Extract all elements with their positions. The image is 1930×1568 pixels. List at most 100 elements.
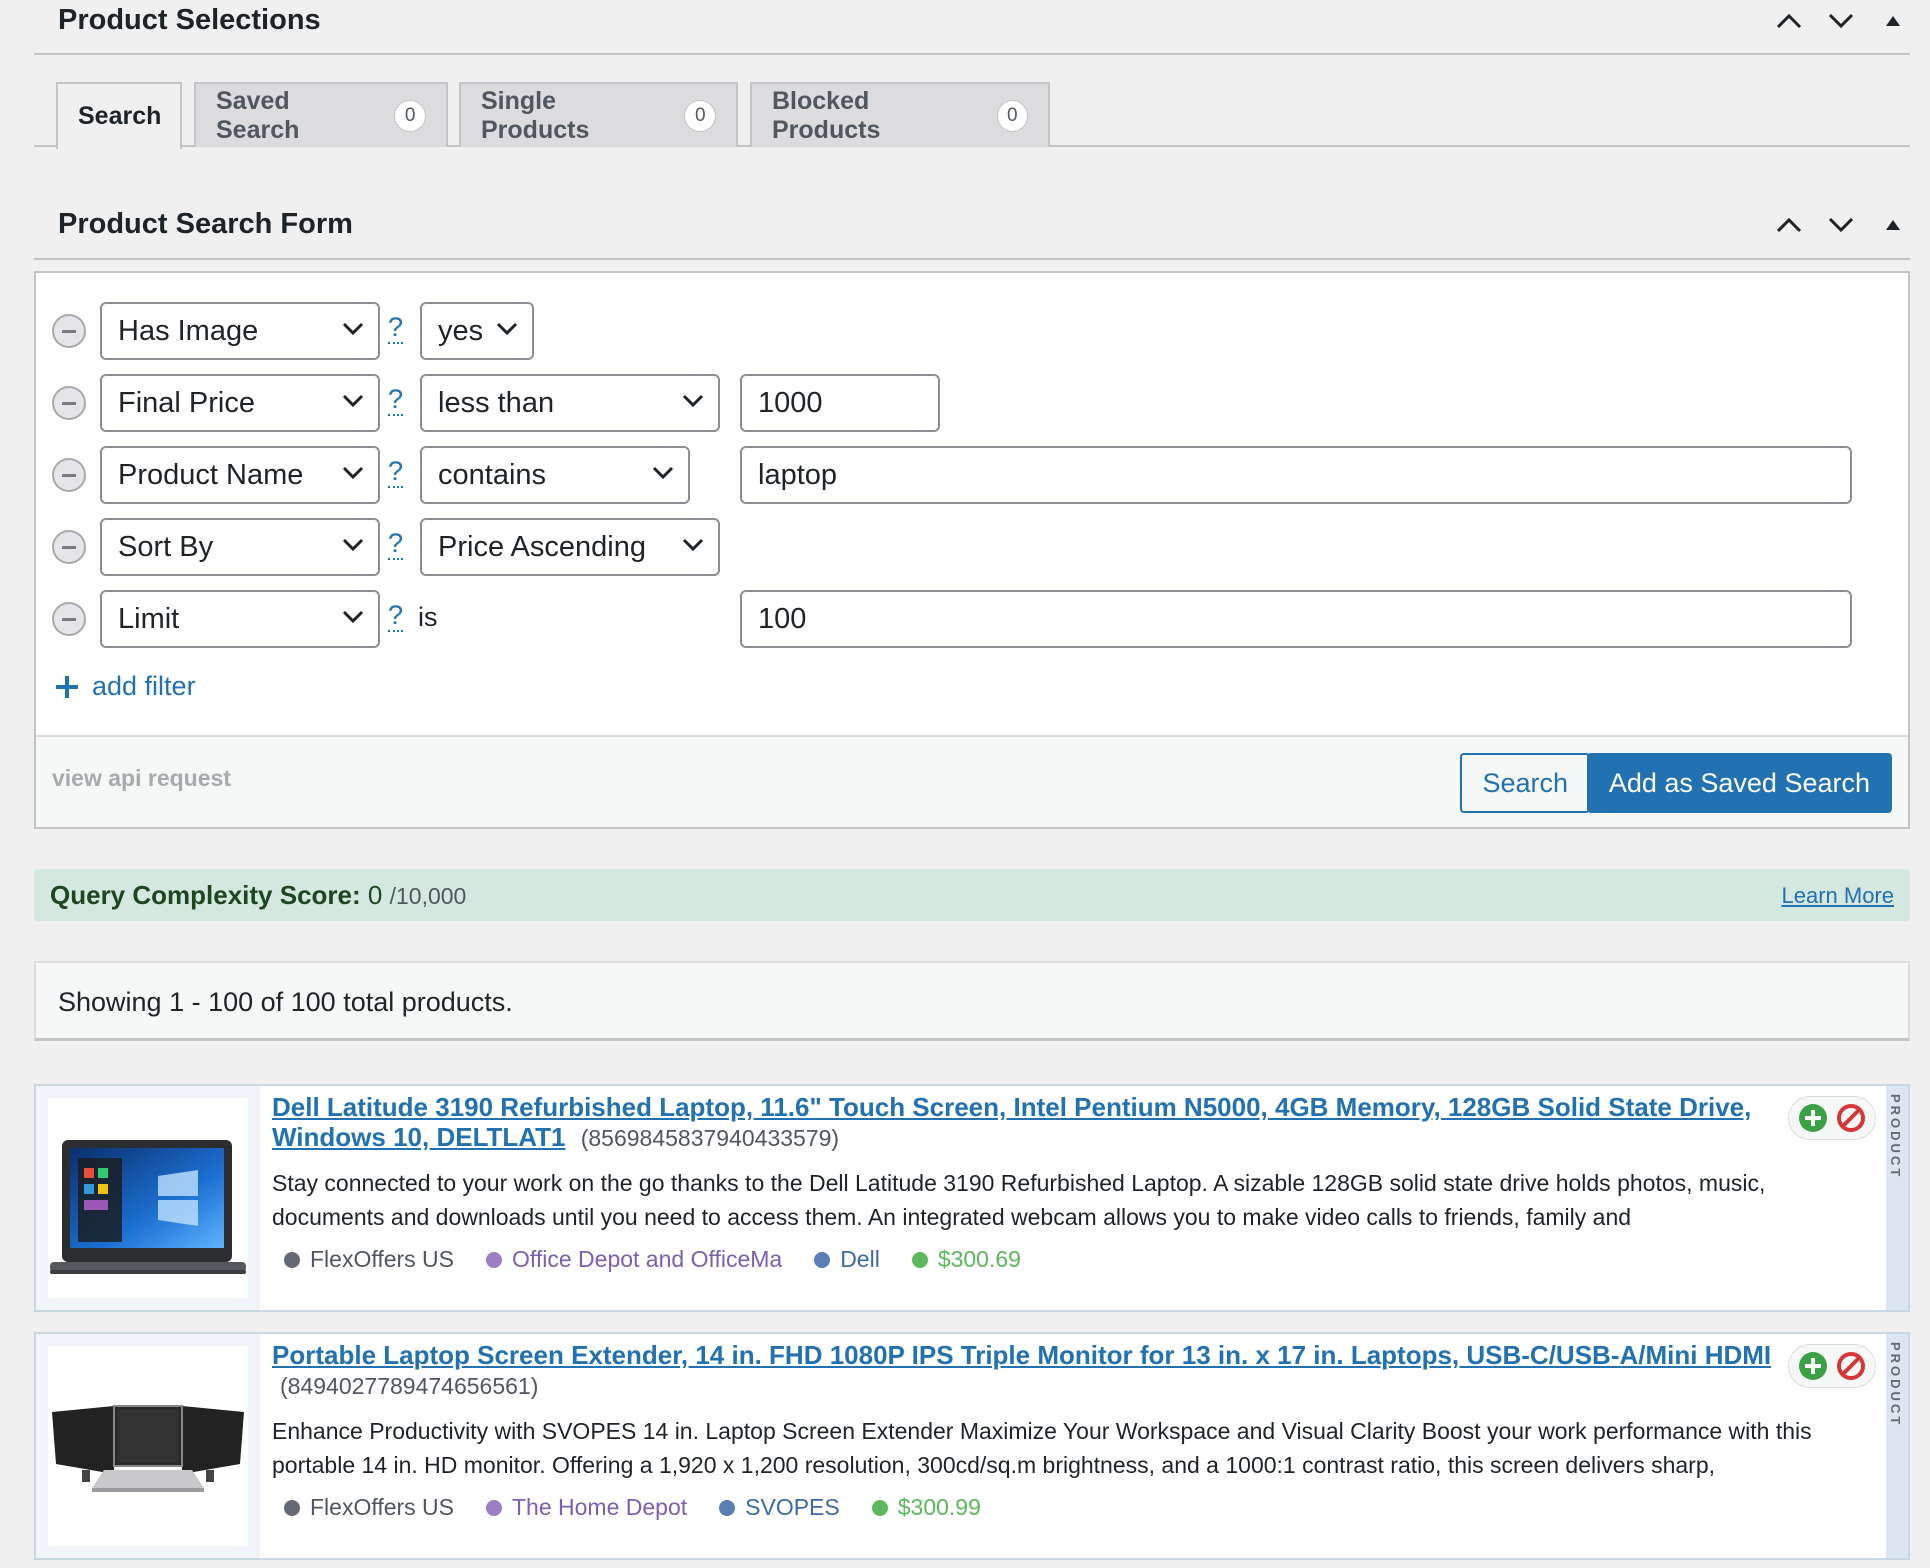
chevron-down-icon [682, 538, 704, 552]
product-title-link[interactable]: Portable Laptop Screen Extender, 14 in. … [272, 1340, 1771, 1370]
filter-value-input[interactable]: laptop [740, 446, 1852, 504]
block-icon [1837, 1104, 1865, 1132]
product-type-strip: PRODUCT [1886, 1334, 1908, 1558]
count-badge: 0 [996, 99, 1028, 132]
move-down-button[interactable] [1824, 4, 1858, 38]
price-tag: $300.99 [871, 1494, 981, 1521]
filter-value-text: laptop [758, 458, 838, 491]
plus-circle-icon [1799, 1352, 1827, 1380]
filter-operator-value: contains [438, 458, 547, 491]
product-selections-controls [1772, 4, 1910, 38]
results-summary-text: Showing 1 - 100 of 100 total products. [58, 987, 513, 1017]
search-button[interactable]: Search [1460, 753, 1590, 813]
network-dot-icon [284, 1251, 300, 1268]
help-link[interactable]: ? [388, 528, 404, 560]
add-saved-search-button[interactable]: Add as Saved Search [1586, 753, 1892, 813]
help-link[interactable]: ? [388, 312, 404, 344]
collapse-toggle-button[interactable] [1876, 208, 1910, 242]
tab-search[interactable]: Search [56, 82, 182, 149]
product-actions [1788, 1344, 1876, 1388]
tab-single-products-label: Single Products [481, 86, 590, 144]
tab-single-products[interactable]: Single Products 0 [459, 82, 738, 147]
product-type-strip: PRODUCT [1886, 1086, 1908, 1310]
product-card: Portable Laptop Screen Extender, 14 in. … [34, 1332, 1910, 1560]
count-badge: 0 [394, 99, 426, 132]
filter-operator-label: is [418, 602, 438, 632]
count-badge: 0 [684, 99, 716, 132]
merchant-dot-icon [486, 1499, 502, 1516]
remove-filter-button[interactable] [52, 602, 86, 636]
filter-row-has-image: Has Image ? yes [36, 302, 1908, 362]
product-meta: FlexOffers US The Home Depot SVOPES $300… [284, 1494, 981, 1521]
filter-value-input[interactable]: 100 [740, 590, 1852, 648]
query-complexity-label: Query Complexity Score: 0 /10,000 [50, 880, 466, 911]
triple-monitor-icon [52, 1405, 244, 1492]
filter-operator-select[interactable]: yes [420, 302, 534, 360]
filter-operator-value: yes [438, 314, 484, 347]
remove-filter-button[interactable] [52, 386, 86, 420]
help-link[interactable]: ? [388, 456, 404, 488]
view-api-request-link[interactable]: view api request [52, 765, 231, 792]
chevron-down-icon [342, 394, 364, 408]
merchant-tag: Office Depot and OfficeMa [486, 1246, 782, 1273]
chevron-down-icon [682, 394, 704, 408]
filter-field-select[interactable]: Sort By [100, 518, 380, 576]
move-up-button[interactable] [1772, 4, 1806, 38]
search-form-title: Product Search Form [58, 208, 353, 240]
brand-dot-icon [719, 1499, 736, 1516]
results-summary: Showing 1 - 100 of 100 total products. [34, 961, 1910, 1041]
add-product-button[interactable] [1796, 1349, 1830, 1383]
add-filter-link[interactable]: add filter [54, 671, 196, 702]
remove-filter-button[interactable] [52, 314, 86, 348]
help-link[interactable]: ? [388, 384, 404, 416]
product-title-block: Dell Latitude 3190 Refurbished Laptop, 1… [272, 1092, 1812, 1153]
query-complexity-title: Query Complexity Score: [50, 880, 361, 910]
filter-field-select[interactable]: Final Price [100, 374, 380, 432]
collapse-toggle-button[interactable] [1876, 4, 1910, 38]
block-product-button[interactable] [1834, 1349, 1868, 1383]
filter-operator-select[interactable]: contains [420, 446, 690, 504]
filter-field-value: Has Image [118, 314, 259, 347]
laptop-icon [50, 1140, 246, 1274]
filter-row-product-name: Product Name ? contains laptop [36, 446, 1908, 506]
add-filter-label: add filter [92, 671, 196, 701]
filter-value-text: 1000 [758, 386, 823, 419]
plus-circle-icon [1799, 1104, 1827, 1132]
help-link[interactable]: ? [388, 600, 404, 632]
tab-blocked-products[interactable]: Blocked Products 0 [750, 82, 1050, 147]
product-title-link[interactable]: Dell Latitude 3190 Refurbished Laptop, 1… [272, 1092, 1751, 1152]
filter-value-input[interactable]: 1000 [740, 374, 940, 432]
product-meta: FlexOffers US Office Depot and OfficeMa … [284, 1246, 1021, 1273]
query-complexity-bar: Query Complexity Score: 0 /10,000 Learn … [34, 869, 1910, 921]
search-form-panel: Has Image ? yes Final Price ? less than … [34, 271, 1910, 829]
filter-row-sort-by: Sort By ? Price Ascending [36, 518, 1908, 578]
move-up-button[interactable] [1772, 208, 1806, 242]
remove-filter-button[interactable] [52, 530, 86, 564]
learn-more-link[interactable]: Learn More [1781, 883, 1894, 909]
add-product-button[interactable] [1796, 1101, 1830, 1135]
chevron-up-icon [1776, 13, 1802, 29]
tab-saved-search[interactable]: Saved Search 0 [194, 82, 448, 147]
merchant-name: The Home Depot [512, 1494, 688, 1520]
network-name: FlexOffers US [310, 1494, 454, 1520]
block-product-button[interactable] [1834, 1101, 1868, 1135]
filter-field-select[interactable]: Has Image [100, 302, 380, 360]
triangle-up-icon [1886, 16, 1900, 26]
move-down-button[interactable] [1824, 208, 1858, 242]
tab-bar: Search Saved Search 0 Single Products 0 … [34, 82, 1910, 149]
chevron-down-icon [342, 538, 364, 552]
filter-field-select[interactable]: Limit [100, 590, 380, 648]
product-actions [1788, 1096, 1876, 1140]
filter-operator-select[interactable]: less than [420, 374, 720, 432]
network-name: FlexOffers US [310, 1246, 454, 1272]
query-complexity-max: /10,000 [389, 883, 467, 909]
triple-monitor-image [48, 1346, 248, 1546]
network-tag: FlexOffers US [284, 1246, 454, 1273]
product-card: Dell Latitude 3190 Refurbished Laptop, 1… [34, 1084, 1910, 1312]
filter-operator-select[interactable]: Price Ascending [420, 518, 720, 576]
remove-filter-button[interactable] [52, 458, 86, 492]
product-description: Stay connected to your work on the go th… [272, 1170, 1766, 1230]
product-price: $300.69 [937, 1246, 1021, 1272]
tab-search-label: Search [78, 102, 162, 130]
filter-field-select[interactable]: Product Name [100, 446, 380, 504]
